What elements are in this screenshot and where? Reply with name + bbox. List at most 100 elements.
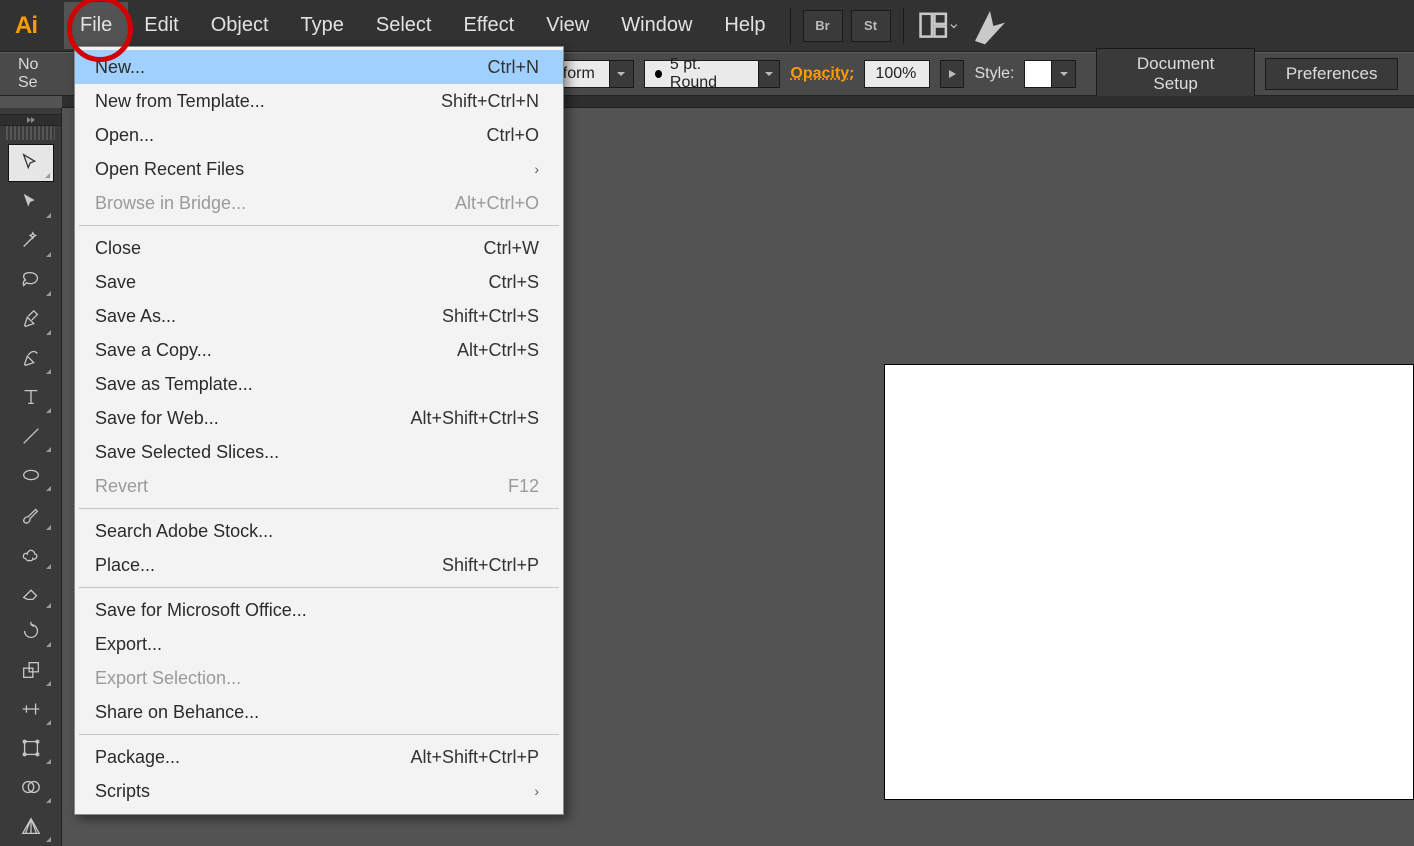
selection-tool[interactable] (8, 144, 54, 182)
eraser-tool[interactable] (8, 573, 54, 611)
scale-tool[interactable] (8, 651, 54, 689)
menu-item-label: Revert (95, 476, 508, 497)
menu-item-label: Export Selection... (95, 668, 539, 689)
menu-separator (79, 587, 559, 588)
arrange-documents-button[interactable] (918, 6, 958, 46)
menu-item-close[interactable]: CloseCtrl+W (75, 231, 563, 265)
menu-item-label: Save for Microsoft Office... (95, 600, 539, 621)
brush-preview-icon (655, 70, 662, 78)
menu-item-label: Search Adobe Stock... (95, 521, 539, 542)
document-setup-button[interactable]: Document Setup (1096, 48, 1254, 100)
panel-grip[interactable] (6, 126, 55, 140)
menu-item-open-recent-files[interactable]: Open Recent Files› (75, 152, 563, 186)
dropdown-arrow-icon (1052, 60, 1076, 88)
menu-item-scripts[interactable]: Scripts› (75, 774, 563, 808)
menu-item-shortcut: F12 (508, 476, 539, 497)
menu-item-export[interactable]: Export... (75, 627, 563, 661)
menu-separator (79, 508, 559, 509)
perspective-grid-tool[interactable] (8, 807, 54, 845)
rotate-tool[interactable] (8, 612, 54, 650)
menu-item-revert: RevertF12 (75, 469, 563, 503)
menu-item-package[interactable]: Package...Alt+Shift+Ctrl+P (75, 740, 563, 774)
opacity-slider-toggle[interactable] (940, 60, 964, 88)
lasso-tool[interactable] (8, 261, 54, 299)
menu-item-label: Open Recent Files (95, 159, 534, 180)
menu-object[interactable]: Object (195, 2, 285, 49)
menu-item-shortcut: Alt+Ctrl+O (455, 193, 539, 214)
menu-item-label: Browse in Bridge... (95, 193, 455, 214)
opacity-input[interactable]: 100% (864, 60, 930, 88)
menu-item-save-for-web[interactable]: Save for Web...Alt+Shift+Ctrl+S (75, 401, 563, 435)
brush-definition-dropdown[interactable]: 5 pt. Round (644, 60, 781, 88)
menu-item-place[interactable]: Place...Shift+Ctrl+P (75, 548, 563, 582)
selection-indicator: No Se (10, 52, 67, 96)
menu-item-label: Place... (95, 555, 442, 576)
menu-item-label: Export... (95, 634, 539, 655)
ellipse-tool[interactable] (8, 456, 54, 494)
dropdown-arrow-icon (610, 60, 634, 88)
menubar-divider (903, 8, 904, 44)
menu-item-save-for-microsoft-office[interactable]: Save for Microsoft Office... (75, 593, 563, 627)
menu-item-new[interactable]: New...Ctrl+N (75, 50, 563, 84)
menu-item-label: Save as Template... (95, 374, 539, 395)
menu-type[interactable]: Type (285, 2, 360, 49)
brush-definition-value: 5 pt. Round (670, 56, 744, 92)
pen-tool[interactable] (8, 300, 54, 338)
menu-item-label: Save As... (95, 306, 442, 327)
menu-item-new-from-template[interactable]: New from Template...Shift+Ctrl+N (75, 84, 563, 118)
menu-item-search-adobe-stock[interactable]: Search Adobe Stock... (75, 514, 563, 548)
menu-item-shortcut: Ctrl+W (484, 238, 540, 259)
menu-item-label: Save a Copy... (95, 340, 457, 361)
menu-edit[interactable]: Edit (128, 2, 194, 49)
tools-panel (0, 108, 62, 846)
menu-item-save-a-copy[interactable]: Save a Copy...Alt+Ctrl+S (75, 333, 563, 367)
menu-window[interactable]: Window (605, 2, 708, 49)
app-logo: Ai (6, 6, 46, 46)
menu-help[interactable]: Help (708, 2, 781, 49)
menu-item-shortcut: Alt+Shift+Ctrl+P (410, 747, 539, 768)
menu-item-shortcut: Shift+Ctrl+P (442, 555, 539, 576)
line-segment-tool[interactable] (8, 417, 54, 455)
width-tool[interactable] (8, 690, 54, 728)
shape-builder-tool[interactable] (8, 768, 54, 806)
direct-selection-tool[interactable] (8, 183, 54, 221)
menu-item-shortcut: Ctrl+O (486, 125, 539, 146)
menu-item-shortcut: Ctrl+S (488, 272, 539, 293)
menu-view[interactable]: View (530, 2, 605, 49)
graphic-style-dropdown[interactable] (1024, 60, 1076, 88)
curvature-tool[interactable] (8, 339, 54, 377)
menu-item-save-as-template[interactable]: Save as Template... (75, 367, 563, 401)
gpu-performance-icon[interactable] (970, 6, 1010, 46)
menu-item-save-as[interactable]: Save As...Shift+Ctrl+S (75, 299, 563, 333)
submenu-arrow-icon: › (534, 783, 539, 799)
menu-item-label: Save Selected Slices... (95, 442, 539, 463)
menu-item-open[interactable]: Open...Ctrl+O (75, 118, 563, 152)
menu-item-shortcut: Ctrl+N (487, 57, 539, 78)
opacity-label[interactable]: Opacity: (790, 65, 854, 83)
blob-brush-tool[interactable] (8, 534, 54, 572)
menu-item-export-selection: Export Selection... (75, 661, 563, 695)
type-tool[interactable] (8, 378, 54, 416)
menu-effect[interactable]: Effect (447, 2, 530, 49)
menu-item-label: New... (95, 57, 487, 78)
menu-item-share-on-behance[interactable]: Share on Behance... (75, 695, 563, 729)
bridge-button[interactable]: Br (803, 10, 843, 42)
menu-item-label: Save for Web... (95, 408, 410, 429)
panel-expand-handle[interactable] (0, 114, 61, 126)
menu-item-shortcut: Shift+Ctrl+S (442, 306, 539, 327)
preferences-button[interactable]: Preferences (1265, 58, 1399, 90)
menu-item-label: Save (95, 272, 488, 293)
menu-file[interactable]: File (64, 2, 128, 49)
artboard[interactable] (884, 364, 1414, 800)
menu-select[interactable]: Select (360, 2, 448, 49)
menu-item-shortcut: Alt+Shift+Ctrl+S (410, 408, 539, 429)
stock-button[interactable]: St (851, 10, 891, 42)
menu-item-browse-in-bridge: Browse in Bridge...Alt+Ctrl+O (75, 186, 563, 220)
menu-item-label: Package... (95, 747, 410, 768)
magic-wand-tool[interactable] (8, 222, 54, 260)
menu-item-save-selected-slices[interactable]: Save Selected Slices... (75, 435, 563, 469)
menu-item-label: New from Template... (95, 91, 441, 112)
free-transform-tool[interactable] (8, 729, 54, 767)
paintbrush-tool[interactable] (8, 495, 54, 533)
menu-item-save[interactable]: SaveCtrl+S (75, 265, 563, 299)
